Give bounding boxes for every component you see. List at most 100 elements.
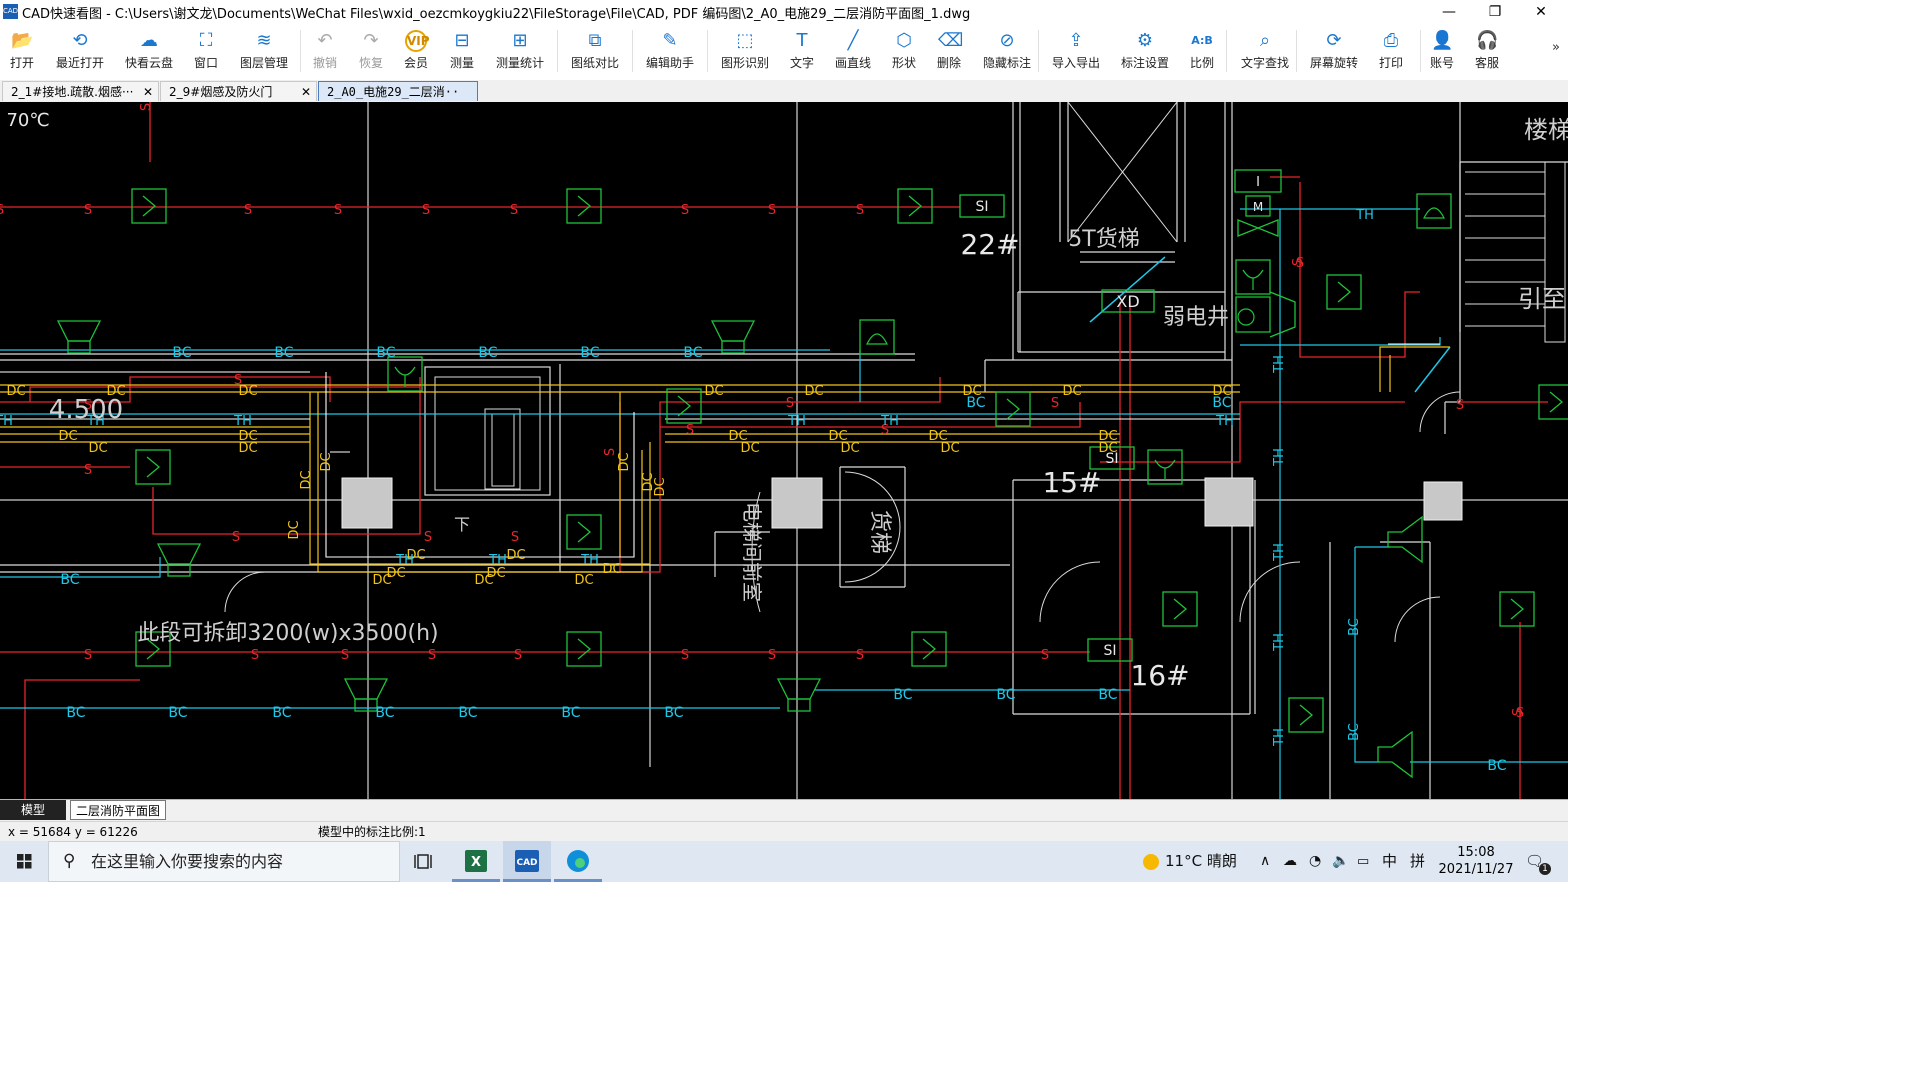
dc-code: DC bbox=[88, 441, 107, 456]
broadcast-code: BC bbox=[375, 705, 394, 721]
fire-alarm-code: S bbox=[768, 203, 776, 218]
toolbar-button-text[interactable]: T 文字 bbox=[790, 26, 814, 76]
toolbar-button-line[interactable]: ╱ 画直线 bbox=[835, 26, 871, 76]
toolbar-button-import-export[interactable]: ⇪ 导入导出 bbox=[1052, 26, 1100, 76]
door-arc bbox=[224, 571, 266, 613]
tray-expand-icon[interactable]: ∧ bbox=[1260, 841, 1270, 882]
redo-icon: ↷ bbox=[363, 30, 379, 51]
toolbar-button-redo[interactable]: ↷ 恢复 bbox=[359, 26, 383, 76]
speaker-symbol bbox=[1387, 515, 1423, 564]
toolbar-button-user[interactable]: 👤 账号 bbox=[1430, 26, 1454, 76]
ime-pinyin[interactable]: 拼 bbox=[1410, 841, 1425, 882]
dc-code: DC bbox=[740, 441, 759, 456]
toolbar-button-shape-recognition[interactable]: ⬚ 图形识别 bbox=[721, 26, 769, 76]
close-button[interactable]: ✕ bbox=[1518, 0, 1564, 24]
input-module-label: I bbox=[1256, 175, 1260, 190]
edit-assistant-icon: ✎ bbox=[662, 30, 678, 51]
dc-code: DC bbox=[287, 520, 302, 539]
taskbar-search-box[interactable]: ⚲ 在这里输入你要搜索的内容 bbox=[48, 841, 400, 882]
toolbar-label: 文字 bbox=[790, 56, 815, 70]
sprinkler-glyph bbox=[1154, 459, 1176, 480]
wifi-icon[interactable]: ◔ bbox=[1309, 841, 1321, 882]
toolbar-label: 形状 bbox=[892, 56, 917, 70]
telephone-code: TH bbox=[395, 553, 414, 568]
sprinkler-glyph bbox=[1242, 269, 1264, 290]
toolbar-button-cloud[interactable]: ☁ 快看云盘 bbox=[125, 26, 173, 76]
toolbar-button-layers[interactable]: ≋ 图层管理 bbox=[240, 26, 288, 76]
battery-icon[interactable]: ▭ bbox=[1357, 841, 1369, 882]
dc-code: DC bbox=[319, 452, 334, 471]
toolbar-button-printer[interactable]: ⎙ 打印 bbox=[1379, 26, 1403, 76]
document-tab[interactable]: 2_A0_电施29_二层消·· bbox=[318, 81, 478, 101]
broadcast-code: BC bbox=[274, 345, 293, 361]
smoke-detector-glyph bbox=[1510, 598, 1525, 620]
task-view-button[interactable] bbox=[400, 841, 448, 882]
tab-close-icon[interactable]: ✕ bbox=[143, 82, 153, 101]
toolbar-button-undo[interactable]: ↶ 撤销 bbox=[313, 26, 337, 76]
toolbar-button-window[interactable]: ⛶ 窗口 bbox=[194, 26, 218, 76]
broadcast-code: BC bbox=[60, 572, 79, 588]
screen-rotate-icon: ⟳ bbox=[1326, 30, 1342, 51]
smoke-detector-glyph bbox=[908, 195, 923, 217]
edge-browser-taskbar-icon[interactable] bbox=[554, 841, 602, 882]
broadcast-code: BC bbox=[172, 345, 191, 361]
fire-alarm-code: S bbox=[341, 648, 349, 663]
toolbar-button-measure-stats[interactable]: ⊞ 测量统计 bbox=[496, 26, 544, 76]
toolbar-label: 标注设置 bbox=[1121, 56, 1170, 70]
smoke-detector-symbol bbox=[1326, 274, 1362, 310]
dc-code: DC bbox=[574, 573, 593, 588]
document-tab[interactable]: 2_1#接地.疏散.烟感··· ✕ bbox=[2, 81, 159, 101]
minimize-button[interactable]: — bbox=[1426, 0, 1472, 24]
toolbar-button-text-search[interactable]: ⌕ 文字查找 bbox=[1241, 26, 1289, 76]
tab-close-icon[interactable]: ✕ bbox=[301, 82, 311, 101]
smoke-detector-glyph bbox=[577, 195, 592, 217]
toolbar-button-folder-open[interactable]: 📂 打开 bbox=[10, 26, 34, 76]
telephone-code: TH bbox=[1272, 355, 1287, 374]
toolbar-button-eraser[interactable]: ⌫ 删除 bbox=[937, 26, 963, 76]
dc-code: DC bbox=[602, 562, 621, 577]
document-tab[interactable]: 2_9#烟感及防火门 ✕ bbox=[160, 81, 317, 101]
speaker-symbol bbox=[776, 678, 822, 700]
toolbar-button-headset[interactable]: 🎧 客服 bbox=[1475, 26, 1499, 76]
weather-widget[interactable]: 11°C 晴朗 bbox=[1143, 841, 1237, 882]
cad-viewer-taskbar-icon[interactable]: CAD bbox=[503, 841, 551, 882]
toolbar-button-scale[interactable]: A:B 比例 bbox=[1190, 26, 1214, 76]
hide-annotation-icon: ⊘ bbox=[999, 30, 1015, 51]
onedrive-icon[interactable]: ☁ bbox=[1283, 841, 1297, 882]
toolbar-button-edit-assistant[interactable]: ✎ 编辑助手 bbox=[646, 26, 694, 76]
layout-tab-model[interactable]: 模型 bbox=[0, 800, 66, 820]
toolbar-button-shape[interactable]: ⬡ 形状 bbox=[892, 26, 916, 76]
speaker-icon[interactable]: 🔈 bbox=[1332, 841, 1349, 882]
fire-alarm-code: S bbox=[1291, 258, 1306, 266]
toolbar-button-annotation-settings[interactable]: ⚙ 标注设置 bbox=[1121, 26, 1169, 76]
document-tab-label: 2_9#烟感及防火门 bbox=[169, 85, 273, 99]
broadcast-code: BC bbox=[1347, 723, 1362, 741]
toolbar-button-ruler[interactable]: ⊟ 测量 bbox=[450, 26, 474, 76]
telephone-code: TH bbox=[787, 414, 806, 429]
layout-tab-plan[interactable]: 二层消防平面图 bbox=[70, 800, 166, 820]
door-arc bbox=[1239, 561, 1301, 623]
toolbar-button-vip[interactable]: VIP 会员 bbox=[404, 26, 430, 76]
fire-alarm-code: S bbox=[251, 648, 259, 663]
text-search-icon: ⌕ bbox=[1259, 30, 1271, 51]
fan-symbol bbox=[1237, 308, 1255, 326]
excel-taskbar-icon[interactable]: X bbox=[452, 841, 500, 882]
equipment-room-label: 电梯间前室 bbox=[740, 502, 764, 602]
toolbar-button-hide-annotation[interactable]: ⊘ 隐藏标注 bbox=[983, 26, 1031, 76]
toolbar-button-history[interactable]: ⟲ 最近打开 bbox=[56, 26, 104, 76]
drawing-canvas[interactable]: SI SI SI XD I M S S S S S S S S S S S S S S S S S S S S S S S S S S S S S S… bbox=[0, 102, 1568, 799]
toolbar-button-compare[interactable]: ⧉ 图纸对比 bbox=[571, 26, 619, 76]
toolbar-button-screen-rotate[interactable]: ⟳ 屏幕旋转 bbox=[1310, 26, 1358, 76]
clock[interactable]: 15:08 2021/11/27 bbox=[1438, 844, 1514, 878]
fire-alarm-code: S bbox=[1041, 648, 1049, 663]
start-button[interactable] bbox=[0, 841, 48, 882]
fire-alarm-code: S bbox=[232, 530, 240, 545]
shaft-label: 弱电井 bbox=[1163, 305, 1229, 330]
ime-mode[interactable]: 中 bbox=[1382, 841, 1397, 882]
fire-alarm-code: S bbox=[244, 203, 252, 218]
toolbar-more-button[interactable]: » bbox=[1552, 40, 1560, 55]
structural-column bbox=[1423, 481, 1463, 521]
notification-icon[interactable]: 🗨 bbox=[1525, 841, 1544, 882]
door-arc bbox=[1419, 391, 1461, 433]
restore-button[interactable]: ❐ bbox=[1472, 0, 1518, 24]
